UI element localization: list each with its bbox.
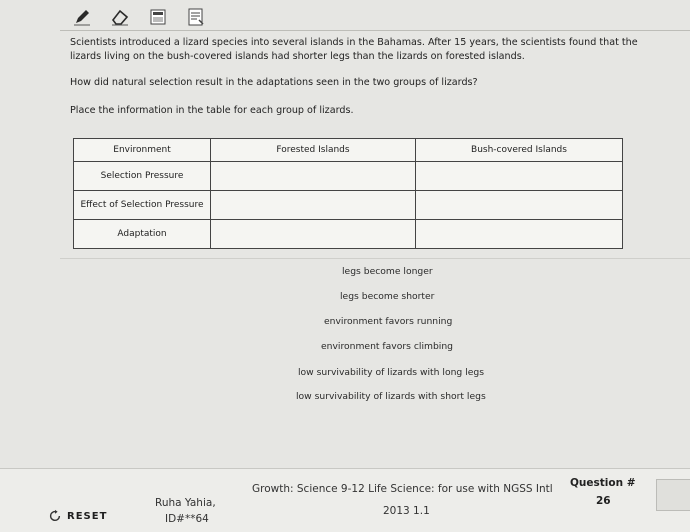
- row-label-selection-pressure: Selection Pressure: [73, 161, 211, 191]
- prompt-paragraph: Scientists introduced a lizard species i…: [70, 37, 638, 62]
- header-bush-covered-islands: Bush-covered Islands: [415, 138, 623, 162]
- drop-cell-forested-effect[interactable]: [210, 190, 416, 220]
- answer-tile-legs-longer[interactable]: legs become longer: [338, 264, 437, 279]
- drop-cell-forested-selection-pressure[interactable]: [210, 161, 416, 191]
- header-environment: Environment: [73, 138, 211, 162]
- pencil-tool-button[interactable]: [70, 6, 94, 28]
- reset-label: RESET: [67, 510, 108, 522]
- table-row: Adaptation: [73, 219, 623, 249]
- footer: RESET Ruha Yahia, ID#**64 Growth: Scienc…: [0, 468, 690, 532]
- toolbar: [70, 4, 208, 30]
- calculator-icon: [150, 9, 166, 25]
- question-label: Question #: [570, 477, 636, 489]
- eraser-tool-button[interactable]: [108, 6, 132, 28]
- answer-tile-low-surv-long[interactable]: low survivability of lizards with long l…: [294, 365, 488, 380]
- author-id: ID#**64: [165, 513, 209, 525]
- answer-bank: legs become longer legs become shorter e…: [60, 258, 690, 427]
- table-row: Effect of Selection Pressure: [73, 190, 623, 220]
- reset-button[interactable]: RESET: [48, 509, 107, 523]
- eraser-icon: [111, 9, 129, 26]
- prompt-question: How did natural selection result in the …: [70, 77, 478, 88]
- drop-cell-bush-effect[interactable]: [415, 190, 623, 220]
- notepad-icon: [188, 8, 204, 26]
- row-label-adaptation: Adaptation: [73, 219, 211, 249]
- answer-tile-favors-running[interactable]: environment favors running: [320, 314, 456, 329]
- drop-cell-bush-adaptation[interactable]: [415, 219, 623, 249]
- answer-table: Environment Forested Islands Bush-covere…: [73, 138, 623, 249]
- notepad-tool-button[interactable]: [184, 6, 208, 28]
- prompt-instruction: Place the information in the table for e…: [70, 105, 354, 116]
- nav-button[interactable]: [656, 479, 690, 511]
- table-header-row: Environment Forested Islands Bush-covere…: [73, 138, 623, 162]
- header-forested-islands: Forested Islands: [210, 138, 416, 162]
- answer-tile-low-surv-short[interactable]: low survivability of lizards with short …: [292, 389, 490, 404]
- toolbar-divider: [60, 30, 690, 31]
- pencil-icon: [74, 10, 90, 26]
- row-label-effect-of-selection-pressure: Effect of Selection Pressure: [73, 190, 211, 220]
- reset-icon: [49, 509, 61, 522]
- author-name: Ruha Yahia,: [155, 497, 216, 509]
- drop-cell-forested-adaptation[interactable]: [210, 219, 416, 249]
- course-title: Growth: Science 9-12 Life Science: for u…: [252, 483, 553, 495]
- drop-cell-bush-selection-pressure[interactable]: [415, 161, 623, 191]
- answer-tile-legs-shorter[interactable]: legs become shorter: [336, 289, 438, 304]
- course-year: 2013 1.1: [383, 505, 430, 517]
- table-row: Selection Pressure: [73, 161, 623, 191]
- question-number: 26: [596, 495, 611, 507]
- calculator-tool-button[interactable]: [146, 6, 170, 28]
- answer-tile-favors-climbing[interactable]: environment favors climbing: [317, 339, 457, 354]
